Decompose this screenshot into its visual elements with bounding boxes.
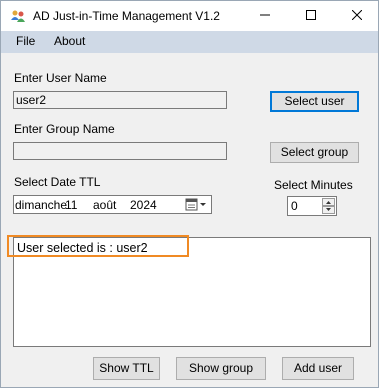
close-icon <box>351 9 363 23</box>
show-ttl-button[interactable]: Show TTL <box>93 357 160 380</box>
spin-down-icon[interactable] <box>322 206 335 214</box>
title-bar: AD Just-in-Time Management V1.2 <box>1 1 378 31</box>
window-title: AD Just-in-Time Management V1.2 <box>33 9 220 23</box>
maximize-icon <box>306 9 316 23</box>
minimize-icon <box>260 9 270 23</box>
select-group-button[interactable]: Select group <box>270 142 359 163</box>
people-icon <box>10 8 26 24</box>
select-user-button[interactable]: Select user <box>270 91 359 112</box>
close-button[interactable] <box>334 1 380 31</box>
menu-bar: File About <box>1 31 378 53</box>
app-window: AD Just-in-Time Management V1.2 File Abo… <box>0 0 379 388</box>
menu-file[interactable]: File <box>16 34 35 48</box>
maximize-button[interactable] <box>288 1 334 31</box>
show-group-button[interactable]: Show group <box>176 357 266 380</box>
add-user-button[interactable]: Add user <box>282 357 354 380</box>
group-name-field[interactable] <box>13 142 227 160</box>
group-name-label: Enter Group Name <box>14 122 115 136</box>
date-year[interactable]: 2024 <box>130 198 157 212</box>
menu-about[interactable]: About <box>54 34 85 48</box>
calendar-dropdown-icon[interactable] <box>185 198 209 214</box>
user-name-label: Enter User Name <box>14 71 107 85</box>
date-month[interactable]: août <box>93 198 116 212</box>
spin-up-icon[interactable] <box>322 198 335 206</box>
date-day[interactable]: 11 <box>65 198 77 212</box>
date-ttl-label: Select Date TTL <box>14 175 101 189</box>
date-ttl-picker[interactable]: dimanche 11 août 2024 <box>13 195 212 214</box>
minimize-button[interactable] <box>242 1 288 31</box>
minutes-label: Select Minutes <box>274 178 353 192</box>
user-name-field[interactable]: user2 <box>13 91 227 109</box>
minutes-value[interactable]: 0 <box>291 199 298 213</box>
highlight-annotation <box>7 235 189 257</box>
minutes-spinner[interactable]: 0 <box>287 196 337 216</box>
date-weekday[interactable]: dimanche <box>15 198 67 212</box>
